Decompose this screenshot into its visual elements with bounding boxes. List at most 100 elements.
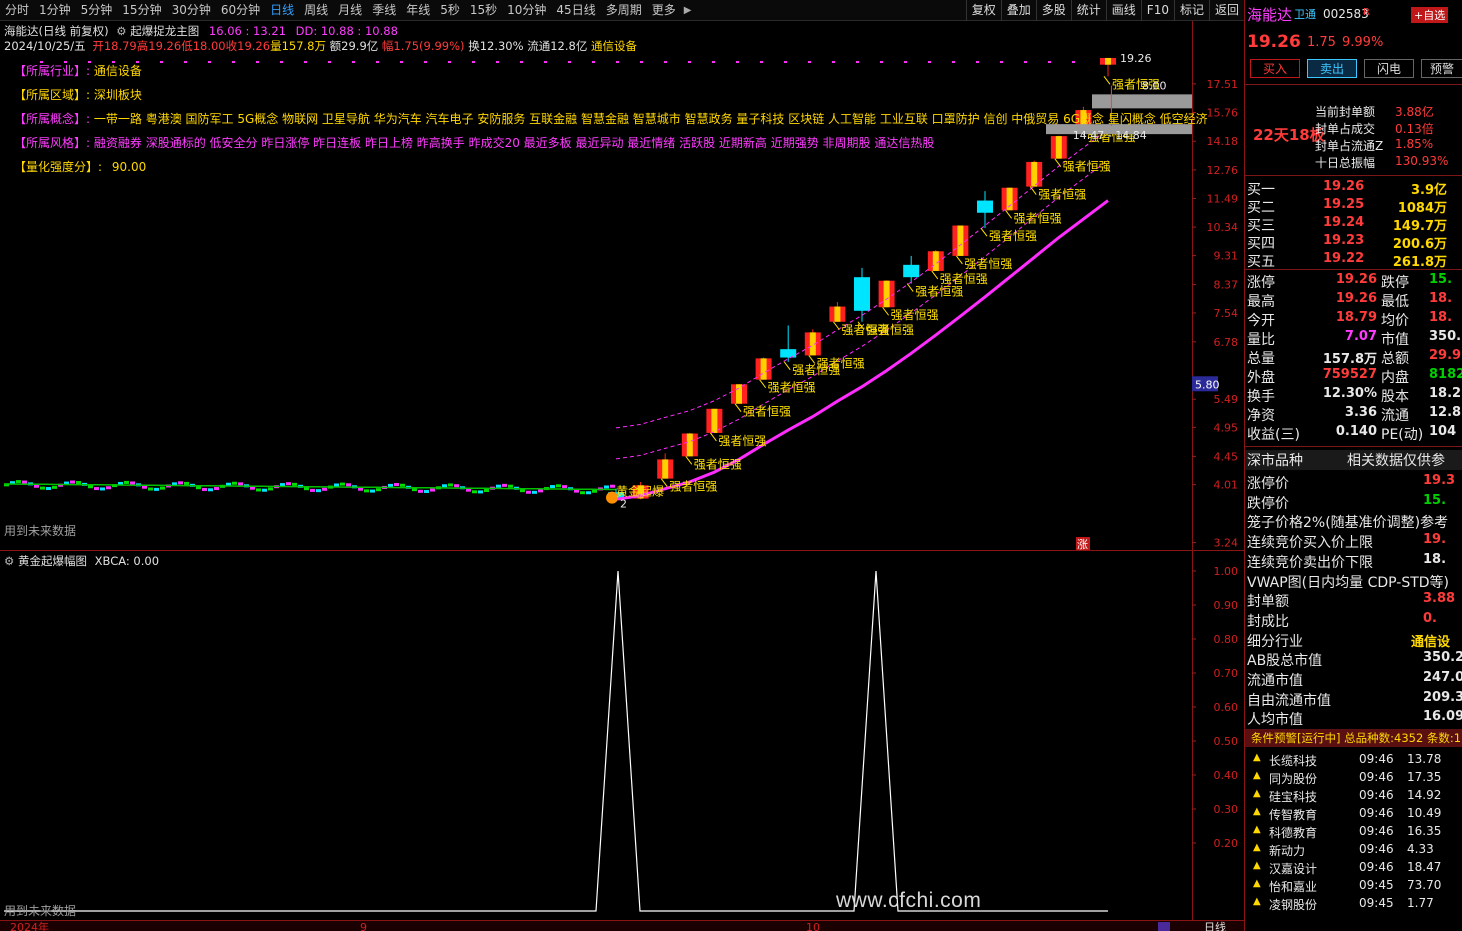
sub-settings-icon[interactable]: ⚙: [4, 554, 14, 568]
period-tab[interactable]: 10分钟: [502, 0, 551, 21]
extra-value: 3.88: [1423, 591, 1456, 607]
sub-chart[interactable]: 1.00 0.90 0.80 0.70 0.60 0.50 0.40 0.30 0.20 用到未来…: [0, 551, 1244, 931]
main-chart-svg[interactable]: 17.51 15.76 14.18 12.76 11.49 10.34 9.31 8.37 7.…: [0, 21, 1244, 551]
indicator-name[interactable]: 起爆捉龙主图: [130, 24, 199, 38]
signal-pointer: [734, 403, 742, 413]
y-tick-label: 14.18: [1207, 135, 1239, 148]
sub-chart-title[interactable]: 黄金起爆幅图: [18, 554, 87, 568]
signal-label: 强者恒强: [964, 257, 1012, 271]
y-tick-label: 4.45: [1214, 450, 1239, 463]
period-tab[interactable]: 5秒: [435, 0, 465, 21]
toolbar-button[interactable]: 叠加: [1000, 0, 1036, 21]
top-dotted-line: [280, 61, 283, 63]
sub-chart-svg[interactable]: 1.00 0.90 0.80 0.70 0.60 0.50 0.40 0.30 0.20 用到未来…: [0, 551, 1244, 931]
y-tick-label: 1.00: [1214, 565, 1239, 578]
top-dotted-line: [712, 61, 715, 63]
base-candle: [124, 480, 129, 484]
alert-button[interactable]: 预警: [1421, 59, 1462, 78]
ticker-time: 09:46: [1359, 842, 1394, 856]
quote-title-row: 海能达 卫通 002583 R +自选: [1245, 4, 1462, 26]
alert-list-item[interactable]: ▲ 传智教育 09:46 10.49: [1245, 805, 1462, 823]
base-candle: [430, 488, 435, 492]
extra-row: 流通市值 247.0: [1245, 670, 1462, 689]
y-tick-label: 0.90: [1214, 599, 1239, 612]
add-watchlist-button[interactable]: +自选: [1411, 7, 1449, 23]
main-chart[interactable]: 17.51 15.76 14.18 12.76 11.49 10.34 9.31 8.37 7.…: [0, 21, 1244, 551]
alert-bar[interactable]: 条件预警[运行中] 总品种数:4352 条数:1: [1245, 729, 1462, 747]
more-arrow-icon[interactable]: ▶: [681, 5, 695, 16]
signal-label: 强者恒强: [866, 323, 914, 337]
period-tab[interactable]: 多周期: [601, 0, 647, 21]
period-tab[interactable]: 5分钟: [76, 0, 118, 21]
period-tab[interactable]: 年线: [401, 0, 435, 21]
bid-price: 19.22: [1323, 251, 1365, 266]
alert-list-item[interactable]: ▲ 科德教育 09:46 16.35: [1245, 823, 1462, 841]
stat-value: 7.07: [1344, 329, 1377, 344]
toolbar-button[interactable]: 标记: [1173, 0, 1209, 21]
top-dotted-line: [160, 61, 163, 63]
alert-list-item[interactable]: ▲ 凌钢股份 09:45 1.77: [1245, 895, 1462, 913]
alert-list-item[interactable]: ▲ 同为股份 09:46 17.35: [1245, 769, 1462, 787]
toolbar-button[interactable]: 画线: [1105, 0, 1141, 21]
signal-label: 强者恒强: [1063, 160, 1111, 174]
period-tab[interactable]: 45日线: [551, 0, 600, 21]
toolbar-button[interactable]: 统计: [1070, 0, 1106, 21]
toolbar-button[interactable]: 返回: [1208, 0, 1244, 21]
period-tab[interactable]: 日线: [265, 0, 299, 21]
alert-list-item[interactable]: ▲ 硅宝科技 09:46 14.92: [1245, 787, 1462, 805]
ticker-name: 科德教育: [1269, 826, 1318, 840]
flash-button[interactable]: 闪电: [1364, 59, 1414, 78]
period-tab[interactable]: 15分钟: [117, 0, 166, 21]
sell-button[interactable]: 卖出: [1307, 59, 1357, 78]
future-data-note: 用到未来数据: [4, 903, 76, 918]
chart-area[interactable]: 17.51 15.76 14.18 12.76 11.49 10.34 9.31 8.37 7.…: [0, 21, 1244, 931]
period-tab[interactable]: 季线: [367, 0, 401, 21]
top-dotted-line: [1048, 61, 1051, 63]
alert-arrow-icon: ▲: [1253, 824, 1261, 835]
signal-label: 强者恒强: [940, 272, 988, 286]
period-tab[interactable]: 月线: [333, 0, 367, 21]
period-tab[interactable]: 30分钟: [167, 0, 216, 21]
signal-label: 强者恒强: [718, 434, 766, 448]
alert-list-item[interactable]: ▲ 长缆科技 09:46 13.78: [1245, 751, 1462, 769]
signal-pointer: [1029, 186, 1037, 195]
info-quant-value: 90.00: [111, 160, 147, 174]
base-candle: [334, 483, 339, 487]
stat-value: 18.: [1429, 310, 1453, 325]
base-candle: [586, 491, 591, 495]
alert-list-item[interactable]: ▲ 新动力 09:46 4.33: [1245, 841, 1462, 859]
stat-value: 12.30%: [1322, 386, 1377, 401]
settings-icon[interactable]: ⚙: [116, 24, 126, 38]
base-candle: [214, 487, 219, 491]
top-dotted-line: [520, 61, 523, 63]
period-tab[interactable]: 周线: [299, 0, 333, 21]
x-axis-bar: [0, 920, 1244, 931]
alert-list-item[interactable]: ▲ 汉嘉设计 09:46 18.47: [1245, 859, 1462, 877]
base-candle: [478, 490, 483, 494]
top-dotted-line: [328, 61, 331, 63]
scroll-handle[interactable]: [1158, 922, 1170, 931]
period-tab[interactable]: 15秒: [465, 0, 502, 21]
extra-value: 0.: [1423, 610, 1437, 626]
base-candle: [268, 487, 273, 491]
y-tick-label: 3.24: [1214, 537, 1239, 550]
x-tick-label: 2024年: [10, 920, 49, 931]
toolbar-button[interactable]: 多股: [1035, 0, 1071, 21]
base-candle: [550, 485, 555, 489]
separator: [1245, 175, 1462, 176]
toolbar-button[interactable]: 复权: [965, 0, 1001, 21]
toolbar-button[interactable]: F10: [1140, 0, 1174, 21]
alert-list-item[interactable]: ▲ 怡和嘉业 09:45 73.70: [1245, 877, 1462, 895]
period-tab[interactable]: 更多: [647, 0, 681, 21]
buy-button[interactable]: 买入: [1250, 59, 1300, 78]
period-tab[interactable]: 分时: [0, 0, 34, 21]
ticker-time: 09:46: [1359, 860, 1394, 874]
base-candle: [160, 486, 165, 490]
period-tab[interactable]: 1分钟: [34, 0, 76, 21]
base-candle: [346, 483, 351, 487]
extra-header-right: 相关数据仅供参: [1347, 453, 1445, 469]
seal-float-label: 封单占流通Z: [1315, 139, 1384, 153]
ticker-price: 16.35: [1407, 824, 1442, 838]
info-concept-value: 一带一路 粤港澳 国防军工 5G概念 物联网 卫星导航 华为汽车 汽车电子 安防…: [93, 112, 1208, 126]
period-tab[interactable]: 60分钟: [216, 0, 265, 21]
